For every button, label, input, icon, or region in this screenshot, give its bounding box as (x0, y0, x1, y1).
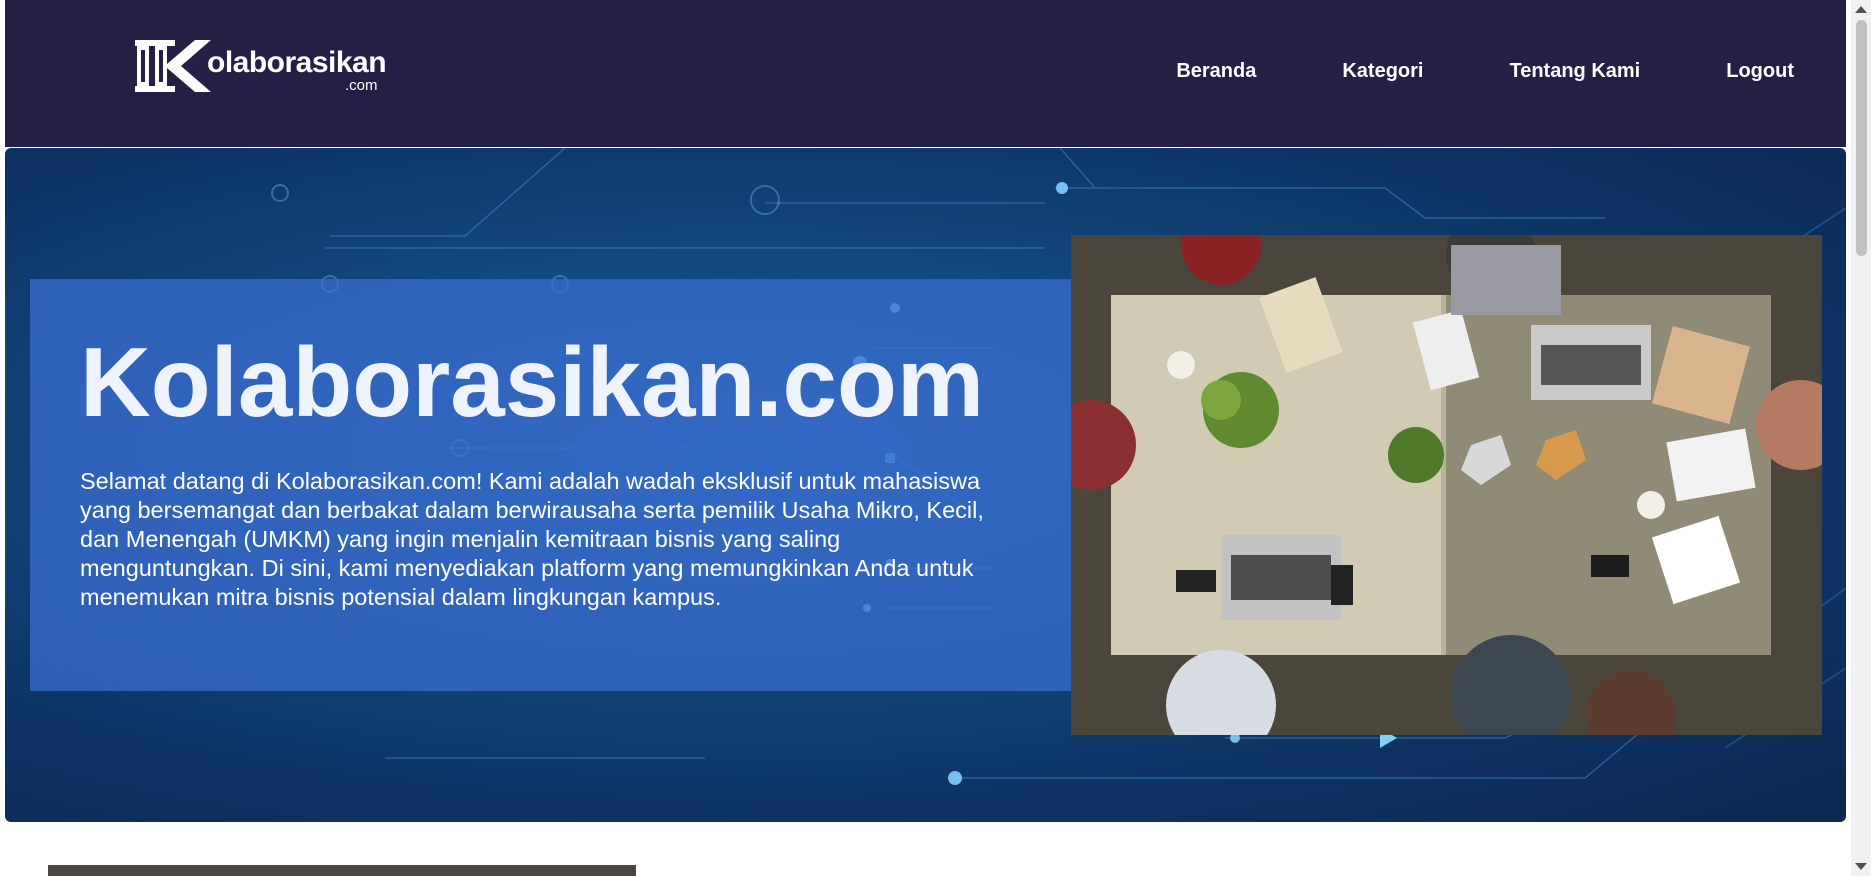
nav-link-logout[interactable]: Logout (1726, 60, 1794, 83)
team-meeting-photo-icon (1071, 235, 1822, 735)
nav-link-beranda[interactable]: Beranda (1176, 60, 1256, 83)
scroll-up-arrow-icon[interactable] (1855, 6, 1867, 13)
hero-photo (1071, 235, 1822, 735)
hero-text-panel: Kolaborasikan.com Selamat datang di Kola… (30, 279, 1096, 691)
main-nav: Beranda Kategori Tentang Kami Logout (1176, 60, 1794, 83)
hero-section: Kolaborasikan.com Selamat datang di Kola… (5, 148, 1846, 822)
nav-link-kategori[interactable]: Kategori (1342, 60, 1423, 83)
scroll-down-arrow-icon[interactable] (1855, 863, 1867, 870)
next-section-image (48, 865, 636, 876)
scroll-thumb[interactable] (1856, 20, 1867, 256)
nav-link-tentang-kami[interactable]: Tentang Kami (1509, 60, 1640, 83)
logo-mark-icon (135, 40, 211, 92)
hero-title: Kolaborasikan.com (80, 327, 985, 437)
logo-text: olaborasikan (207, 46, 387, 79)
site-logo[interactable]: olaborasikan .com (135, 38, 387, 98)
page-scrollbar[interactable] (1851, 0, 1871, 876)
page-viewport: olaborasikan .com Beranda Kategori Tenta… (0, 0, 1871, 876)
logo-subtext: .com (345, 77, 378, 94)
hero-description: Selamat datang di Kolaborasikan.com! Kam… (80, 468, 984, 610)
navbar: olaborasikan .com Beranda Kategori Tenta… (5, 0, 1846, 147)
